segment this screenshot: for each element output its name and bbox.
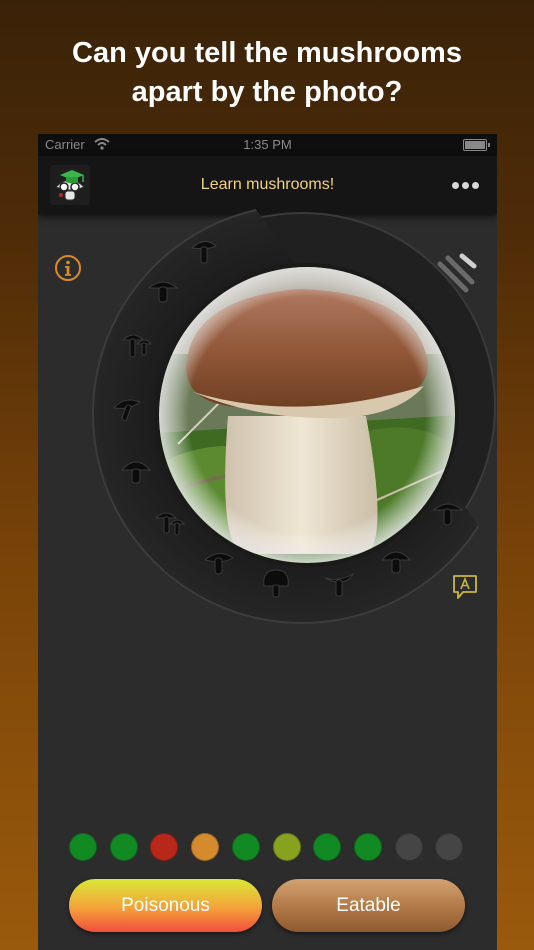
progress-dot-correct — [69, 833, 97, 861]
translate-bubble-icon[interactable] — [451, 573, 479, 601]
mushroom-wheel — [92, 204, 497, 624]
more-options-button[interactable] — [452, 182, 480, 190]
status-bar: Carrier 1:35 PM — [38, 134, 497, 156]
battery-icon — [463, 139, 490, 151]
progress-dot-wrong — [150, 833, 179, 861]
eatable-button[interactable]: Eatable — [272, 879, 465, 932]
promo-headline-line2: apart by the photo? — [131, 76, 403, 108]
more-dot-icon — [462, 182, 469, 189]
progress-dot-pending — [435, 833, 464, 861]
info-icon[interactable] — [54, 254, 82, 282]
progress-dot-correct — [313, 833, 342, 861]
more-dot-icon — [472, 182, 479, 189]
phone-screen: Carrier 1:35 PM Learn mushrooms! Poisono… — [38, 134, 497, 950]
progress-dot-close — [272, 833, 301, 861]
promo-headline-line1: Can you tell the mushrooms — [72, 37, 462, 69]
progress-dot-partial — [191, 833, 220, 861]
status-time: 1:35 PM — [243, 137, 292, 152]
nav-bar: Learn mushrooms! — [38, 156, 497, 214]
promo-headline: Can you tell the mushrooms apart by the … — [0, 34, 534, 112]
more-dot-icon — [452, 182, 459, 189]
nav-title: Learn mushrooms! — [200, 176, 335, 193]
progress-dot-correct — [231, 833, 260, 861]
progress-dot-correct — [109, 833, 138, 861]
progress-dots — [38, 833, 497, 863]
poisonous-button[interactable]: Poisonous — [69, 879, 262, 932]
progress-dot-correct — [353, 833, 382, 861]
progress-dot-pending — [394, 833, 423, 861]
